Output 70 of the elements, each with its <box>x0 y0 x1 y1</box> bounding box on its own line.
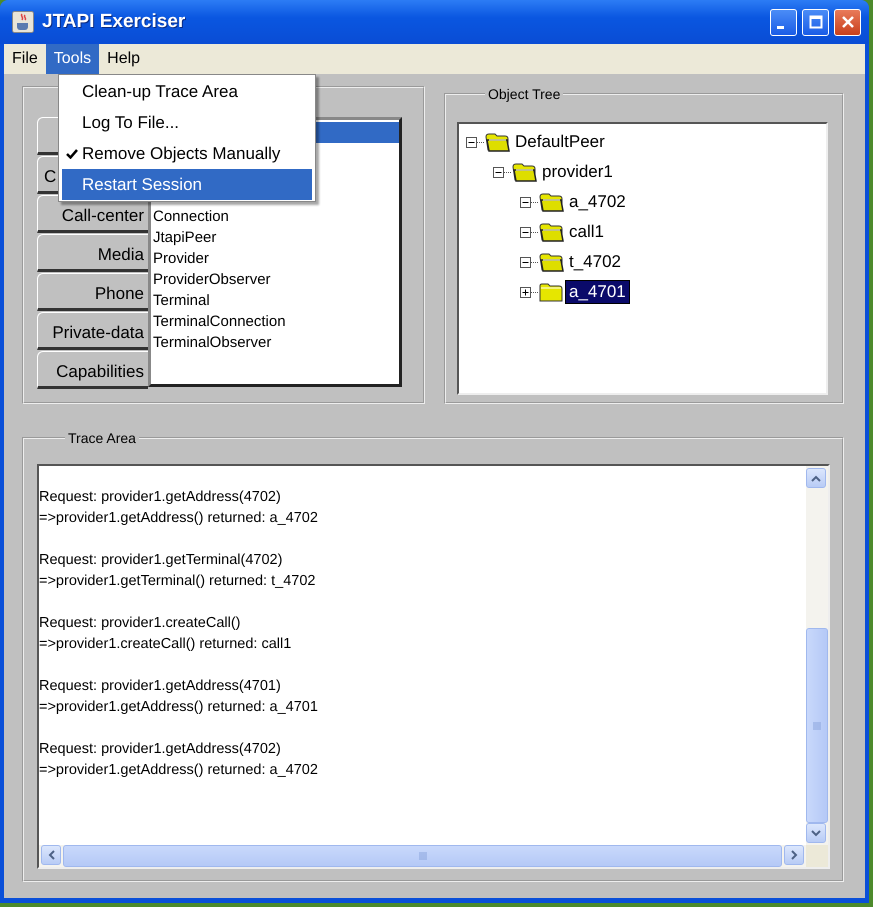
menu-item[interactable]: File <box>4 44 46 74</box>
expand-icon[interactable] <box>520 286 531 298</box>
list-item[interactable]: JtapiPeer <box>151 227 399 248</box>
check-icon <box>66 148 78 159</box>
grip-icon <box>418 852 426 860</box>
coffee-cup-icon <box>12 11 34 33</box>
trace-line: =>provider1.getAddress() returned: a_4702 <box>39 761 319 780</box>
scroll-up-button[interactable] <box>806 468 826 488</box>
tree-node[interactable]: DefaultPeer <box>512 131 608 153</box>
collapse-icon[interactable] <box>520 256 531 268</box>
menu-item[interactable]: Help <box>99 44 148 74</box>
panel-title: Trace Area <box>67 430 137 446</box>
trace-line: Request: provider1.createCall() <box>39 614 242 633</box>
chevron-right-icon <box>790 850 798 860</box>
minimize-button[interactable] <box>770 8 797 36</box>
collapse-icon[interactable] <box>520 196 531 208</box>
scroll-left-button[interactable] <box>41 845 61 865</box>
chevron-down-icon <box>811 830 821 836</box>
trace-line: =>provider1.getAddress() returned: a_4702 <box>39 509 319 528</box>
list-item[interactable]: ProviderObserver <box>151 269 399 290</box>
scrollbar-thumb[interactable] <box>806 628 828 823</box>
trace-line: =>provider1.getTerminal() returned: t_4702 <box>39 572 316 591</box>
minimize-icon <box>777 26 784 28</box>
scroll-down-button[interactable] <box>806 823 826 843</box>
tab[interactable]: Capabilities <box>37 351 148 389</box>
chevron-up-icon <box>811 474 821 482</box>
menu-entry[interactable]: Remove Objects Manually <box>62 138 312 169</box>
list-item[interactable]: Provider <box>151 248 399 269</box>
menu-entry[interactable]: Log To File... <box>62 107 312 138</box>
folder-icon <box>511 161 537 183</box>
window-title: JTAPI Exerciser <box>42 11 186 33</box>
trace-line: Request: provider1.getAddress(4701) <box>39 677 282 696</box>
maximize-button[interactable] <box>802 8 829 36</box>
tree-node[interactable]: a_4702 <box>566 191 629 213</box>
maximize-icon <box>808 15 822 29</box>
scroll-right-button[interactable] <box>784 845 804 865</box>
tab[interactable]: Private-data <box>37 312 148 350</box>
list-item[interactable]: TerminalObserver <box>151 332 399 353</box>
scrollbar-corner <box>806 845 828 867</box>
panel-title: Object Tree <box>487 86 562 102</box>
tab[interactable]: Phone <box>37 273 148 311</box>
trace-line: =>provider1.createCall() returned: call1 <box>39 635 292 654</box>
grip-icon <box>813 722 821 730</box>
collapse-icon[interactable] <box>493 166 504 178</box>
chevron-left-icon <box>48 850 54 860</box>
menu-entry[interactable]: Restart Session <box>62 169 312 200</box>
tab[interactable]: Media <box>37 234 148 272</box>
list-item[interactable]: Connection <box>151 206 399 227</box>
tree-node[interactable]: t_4702 <box>566 251 624 273</box>
tree-node[interactable]: a_4701 <box>566 281 629 303</box>
close-icon <box>840 15 854 29</box>
folder-icon <box>538 281 564 303</box>
folder-icon <box>484 131 510 153</box>
trace-line: Request: provider1.getTerminal(4702) <box>39 551 284 570</box>
folder-icon <box>538 251 564 273</box>
trace-line: Request: provider1.getAddress(4702) <box>39 740 282 759</box>
collapse-icon[interactable] <box>466 136 477 148</box>
trace-line: Request: provider1.getAddress(4702) <box>39 488 282 507</box>
trace-line: =>provider1.getAddress() returned: a_4701 <box>39 698 319 717</box>
menu-item[interactable]: Tools <box>46 44 100 74</box>
collapse-icon[interactable] <box>520 226 531 238</box>
menu-entry[interactable]: Clean-up Trace Area <box>62 76 312 107</box>
tree-node[interactable]: provider1 <box>539 161 616 183</box>
list-item[interactable]: TerminalConnection <box>151 311 399 332</box>
close-button[interactable] <box>834 8 861 36</box>
list-item[interactable]: Terminal <box>151 290 399 311</box>
folder-icon <box>538 221 564 243</box>
vertical-scrollbar[interactable] <box>806 466 828 845</box>
tree-node[interactable]: call1 <box>566 221 607 243</box>
folder-icon <box>538 191 564 213</box>
